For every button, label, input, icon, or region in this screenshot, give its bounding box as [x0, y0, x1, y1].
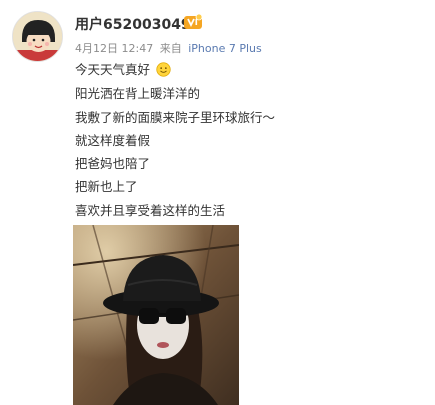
- post-text-line: 阳光洒在背上暖洋洋的: [75, 86, 201, 101]
- post-photo[interactable]: [73, 225, 239, 405]
- post-text-line: 我敷了新的面膜来院子里环球旅行～: [75, 110, 276, 125]
- post-text-line: 喜欢并且享受着这样的生活: [75, 203, 226, 218]
- vip-icon[interactable]: [183, 13, 203, 31]
- post-text-line: 把新也上了: [75, 179, 138, 194]
- avatar-image: [13, 12, 62, 61]
- post-text-line: 把爸妈也陪了: [75, 156, 151, 171]
- via-label: 来自: [159, 42, 182, 55]
- post-text: 今天天气真好: [75, 62, 151, 77]
- post-date[interactable]: 4月12日 12:47: [75, 42, 153, 55]
- post-source[interactable]: iPhone 7 Plus: [188, 42, 262, 55]
- avatar[interactable]: [12, 11, 63, 62]
- smile-icon: [156, 62, 171, 77]
- post-meta: 4月12日 12:47 来自 iPhone 7 Plus: [75, 40, 265, 56]
- post-text-line: 今天天气真好: [75, 62, 171, 78]
- weibo-post: 用户6520030499 4月12日 12:47 来自 iPhone 7 Plu…: [0, 0, 435, 405]
- photo-image: [73, 225, 239, 405]
- username[interactable]: 用户6520030499: [75, 14, 200, 34]
- post-text-line: 就这样度着假: [75, 133, 151, 148]
